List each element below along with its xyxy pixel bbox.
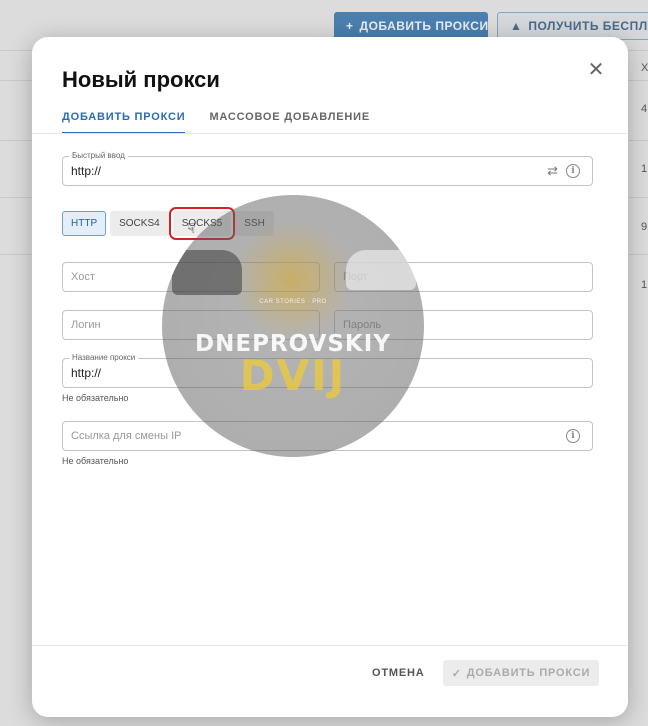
quick-input-label: Быстрый ввод — [69, 151, 128, 160]
protocol-socks5-button[interactable]: SOCKS5 — [168, 207, 236, 240]
password-input[interactable]: Пароль — [334, 310, 593, 340]
host-input[interactable]: Хост — [62, 262, 320, 292]
proxy-name-helper: Не обязательно — [62, 393, 129, 403]
check-icon: ✓ — [451, 667, 462, 680]
quick-input-value: http:// — [71, 164, 102, 178]
new-proxy-dialog: Новый прокси ✕ ДОБАВИТЬ ПРОКСИ МАССОВОЕ … — [32, 37, 628, 717]
flask-icon: ▲ — [510, 19, 523, 33]
plus-icon: + — [346, 19, 354, 33]
tab-bulk-add[interactable]: МАССОВОЕ ДОБАВЛЕНИЕ — [209, 109, 370, 133]
change-ip-link-input[interactable]: Ссылка для смены IP i — [62, 421, 593, 451]
dialog-title: Новый прокси — [62, 67, 220, 92]
cancel-button[interactable]: ОТМЕНА — [372, 660, 424, 686]
info-icon[interactable]: i — [566, 429, 580, 443]
protocol-http-button[interactable]: HTTP — [62, 211, 107, 236]
bg-cell: 4 — [641, 103, 648, 115]
bg-get-free-button[interactable]: ▲ ПОЛУЧИТЬ БЕСПЛАТ — [497, 12, 648, 40]
bg-add-proxy-button[interactable]: + ДОБАВИТЬ ПРОКСИ — [334, 12, 488, 40]
bg-column-header: Х — [641, 62, 648, 74]
quick-input-field[interactable]: Быстрый ввод http:// ⇄ i — [62, 151, 593, 186]
bg-get-free-label: ПОЛУЧИТЬ БЕСПЛАТ — [528, 19, 648, 33]
submit-label: ДОБАВИТЬ ПРОКСИ — [466, 667, 591, 679]
hand-cursor-icon: ☟ — [187, 220, 196, 236]
protocol-socks4-button[interactable]: SOCKS4 — [110, 211, 169, 236]
tab-add-proxy[interactable]: ДОБАВИТЬ ПРОКСИ — [62, 109, 186, 134]
close-icon[interactable]: ✕ — [586, 59, 606, 81]
submit-add-proxy-button[interactable]: ✓ ДОБАВИТЬ ПРОКСИ — [443, 660, 599, 686]
port-input[interactable]: Порт — [334, 262, 593, 292]
bg-cell: 1 — [641, 163, 648, 175]
tabs-divider — [32, 133, 628, 134]
proxy-name-label: Название прокси — [69, 353, 139, 362]
login-placeholder: Логин — [71, 319, 101, 331]
dialog-tabs: ДОБАВИТЬ ПРОКСИ МАССОВОЕ ДОБАВЛЕНИЕ — [62, 109, 628, 134]
bg-add-proxy-label: ДОБАВИТЬ ПРОКСИ — [359, 19, 489, 33]
proxy-name-input[interactable]: Название прокси http:// — [62, 353, 593, 388]
proxy-name-value: http:// — [71, 366, 102, 380]
protocol-toggle-group: HTTP SOCKS4 SOCKS5 SSH — [62, 207, 274, 240]
protocol-ssh-button[interactable]: SSH — [235, 211, 274, 236]
port-placeholder: Порт — [343, 271, 368, 283]
change-ip-placeholder: Ссылка для смены IP — [71, 430, 182, 442]
host-placeholder: Хост — [71, 271, 95, 283]
password-placeholder: Пароль — [343, 319, 382, 331]
bg-cell: 9 — [641, 221, 648, 233]
footer-divider — [32, 645, 628, 646]
bg-cell: 1 — [641, 279, 648, 291]
swap-icon[interactable]: ⇄ — [547, 163, 558, 179]
change-ip-helper: Не обязательно — [62, 456, 129, 466]
login-input[interactable]: Логин — [62, 310, 320, 340]
info-icon[interactable]: i — [566, 164, 580, 178]
